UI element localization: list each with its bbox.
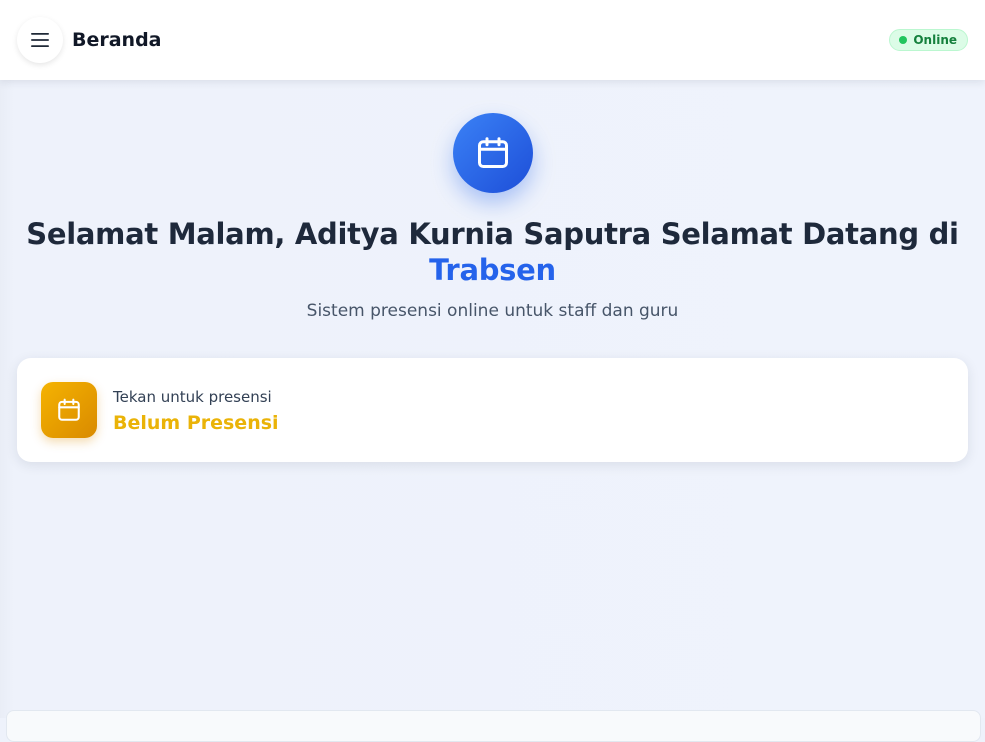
page-title: Beranda bbox=[72, 29, 162, 51]
status-badge: Online bbox=[889, 29, 968, 51]
attendance-hint: Tekan untuk presensi bbox=[113, 388, 272, 406]
hamburger-menu-icon bbox=[31, 33, 49, 47]
top-bar: Beranda Online bbox=[0, 0, 985, 80]
main-content: Selamat Malam, Aditya Kurnia Saputra Sel… bbox=[0, 80, 985, 742]
calendar-icon bbox=[478, 137, 508, 168]
attendance-status: Belum Presensi bbox=[113, 412, 279, 434]
attendance-icon-tile bbox=[41, 382, 97, 438]
attendance-card[interactable]: Tekan untuk presensi Belum Presensi bbox=[17, 358, 968, 462]
brand-name: Trabsen bbox=[429, 253, 556, 287]
subtitle: Sistem presensi online untuk staff dan g… bbox=[306, 301, 679, 321]
greeting-text: Selamat Malam, Aditya Kurnia Saputra Sel… bbox=[26, 217, 959, 251]
hero-calendar-badge bbox=[453, 113, 533, 193]
status-dot-icon bbox=[899, 36, 908, 44]
welcome-heading: Selamat Malam, Aditya Kurnia Saputra Sel… bbox=[20, 216, 965, 288]
calendar-icon bbox=[58, 398, 80, 421]
menu-button[interactable] bbox=[17, 17, 63, 63]
status-label: Online bbox=[913, 33, 957, 47]
bottom-panel bbox=[6, 710, 981, 742]
